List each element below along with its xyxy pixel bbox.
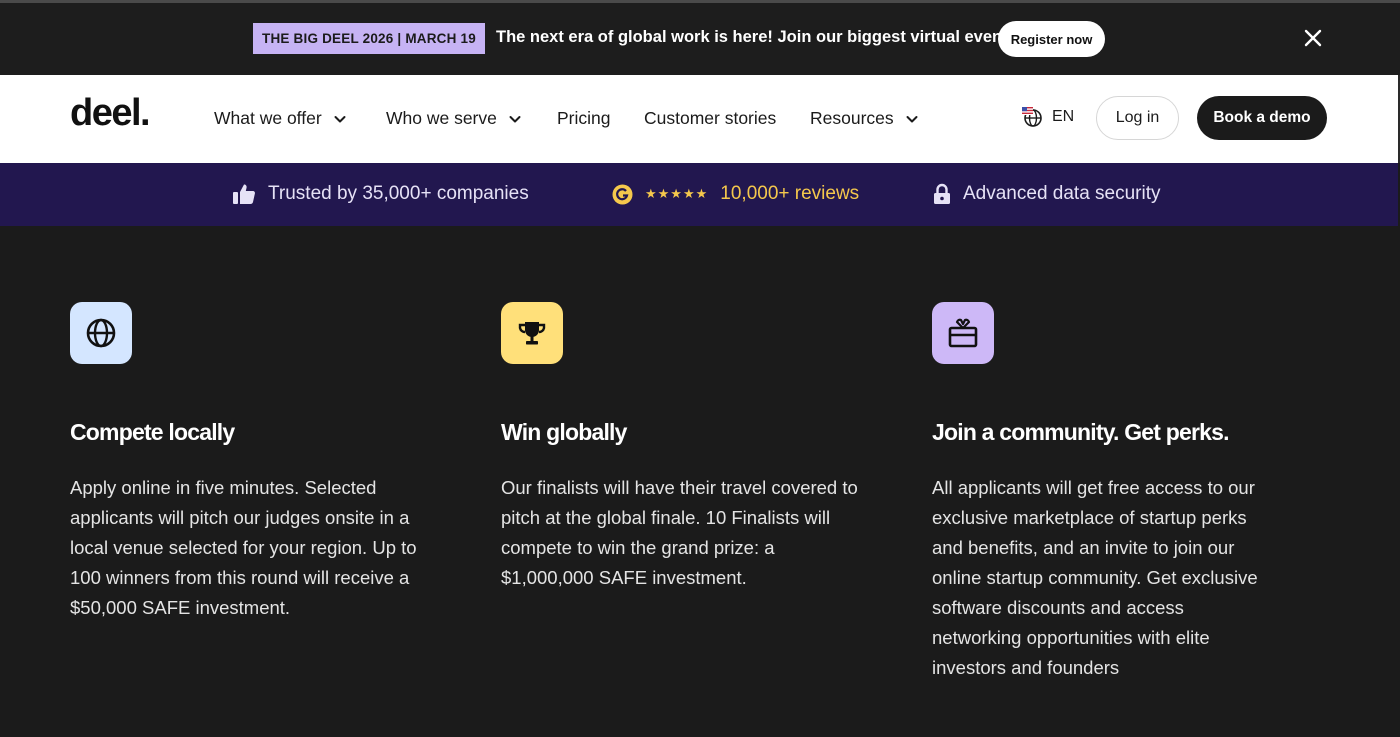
globe-icon [70,302,132,364]
feature-title-win: Win globally [501,419,627,445]
event-tag: THE BIG DEEL 2026 | MARCH 19 [253,23,485,54]
close-icon[interactable] [1302,27,1324,49]
nav-who-we-serve[interactable]: Who we serve [386,108,523,129]
nav-item-label: Pricing [557,108,611,128]
chevron-down-icon [334,115,346,122]
nav-resources[interactable]: Resources [810,108,920,129]
nav-customer-stories[interactable]: Customer stories [644,108,776,129]
lock-icon [934,183,950,204]
nav-pricing[interactable]: Pricing [557,108,611,129]
star-rating: ★★★★★ [645,186,709,201]
log-in-button[interactable]: Log in [1096,96,1179,140]
trust-reviews: ★★★★★ 10,000+ reviews [612,183,859,205]
nav-what-we-offer[interactable]: What we offer [214,108,348,129]
announcement-message: The next era of global work is here! Joi… [496,28,1008,46]
trophy-icon [501,302,563,364]
nav-item-label: Customer stories [644,108,777,128]
trust-reviews-label: 10,000+ reviews [720,183,860,204]
feature-body-community: All applicants will get free access to o… [932,477,1258,678]
trust-companies: Trusted by 35,000+ companies [232,183,529,205]
nav-item-label: Resources [810,108,894,128]
language-selector[interactable]: EN [1021,106,1074,128]
feature-body-win: Our finalists will have their travel cov… [501,477,858,588]
register-now-button[interactable]: Register now [998,21,1105,57]
deel-logo[interactable]: deel. [70,94,151,132]
feature-body-compete: Apply online in five minutes. Selected a… [70,477,417,618]
feature-title-community: Join a community. Get perks. [932,419,1230,445]
chevron-down-icon [509,115,521,122]
language-label: EN [1052,108,1075,125]
trust-companies-label: Trusted by 35,000+ companies [268,183,529,204]
chevron-down-icon [906,115,918,122]
nav-item-label: Who we serve [386,108,497,128]
feature-title-compete: Compete locally [70,419,235,445]
g2-badge-icon [612,184,633,204]
book-demo-button[interactable]: Book a demo [1197,96,1327,140]
nav-item-label: What we offer [214,108,322,128]
us-flag-globe-icon [1022,107,1042,127]
trust-security: Advanced data security [933,183,1161,205]
gift-icon [932,302,994,364]
thumbs-up-icon [233,184,255,204]
trust-security-label: Advanced data security [963,183,1161,204]
